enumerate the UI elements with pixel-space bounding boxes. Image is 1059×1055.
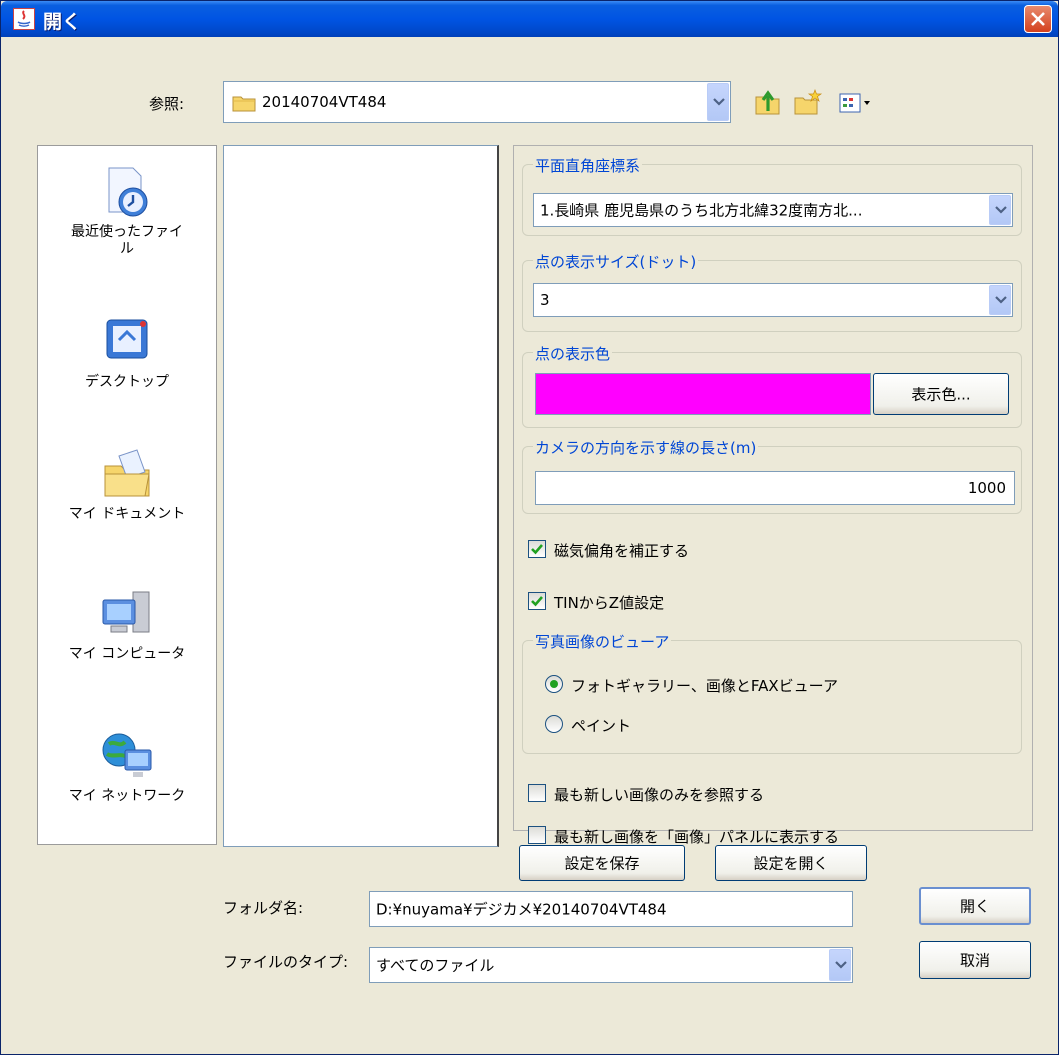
look-in-value: 20140704VT484 [262,93,387,111]
view-menu-icon [839,93,870,113]
window-title: 開く [43,11,82,33]
place-desktop-label: デスクトップ [85,374,169,390]
place-documents[interactable]: マイ ドキュメント [38,446,216,523]
places-bar: 最近使ったファイル デスクトップ マイ ドキュメント マイ コンピュータ マイ … [37,145,217,845]
viewer-option-photo-gallery-radio[interactable] [545,675,563,693]
place-network-label: マイ ネットワーク [68,788,186,804]
cancel-button[interactable]: 取消 [919,941,1031,979]
place-computer[interactable]: マイ コンピュータ [38,586,216,663]
open-settings-button[interactable]: 設定を開く [715,845,867,881]
my-computer-icon [99,586,155,642]
up-folder-button[interactable] [753,87,783,121]
desktop-icon [99,314,155,370]
point-size-select[interactable]: 3 [533,283,1013,317]
latest-only-box[interactable] [528,784,546,802]
coord-system-dropdown-button[interactable] [989,195,1011,225]
viewer-option-paint-radio[interactable] [545,715,563,733]
look-in-dropdown-button[interactable] [707,83,729,121]
folder-name-label: フォルダ名: [223,899,304,917]
checkmark-icon [531,544,543,555]
file-type-select[interactable]: すべてのファイル [369,947,853,983]
latest-panel-box[interactable] [528,826,546,844]
place-desktop[interactable]: デスクトップ [38,314,216,391]
java-app-icon [13,8,35,30]
latest-panel-label: 最も新し画像を「画像」パネルに表示する [554,828,840,846]
cancel-button-label: 取消 [959,951,990,970]
chevron-down-icon [995,206,1007,214]
point-size-value: 3 [540,291,550,309]
viewer-option-paint-label: ペイント [571,717,632,735]
save-settings-button-label: 設定を保存 [564,854,640,873]
point-color-swatch [535,373,871,415]
tin-z-label: TINからZ値設定 [554,594,665,612]
point-size-dropdown-button[interactable] [989,285,1011,315]
place-network[interactable]: マイ ネットワーク [38,728,216,805]
open-button[interactable]: 開く [919,887,1031,925]
coord-system-title: 平面直角座標系 [533,155,643,176]
close-icon [1031,12,1045,26]
place-recent-label: 最近使ったファイル [71,224,183,257]
place-documents-label: マイ ドキュメント [68,506,186,522]
viewer-group: 写真画像のビューア フォトギャラリー、画像とFAXビューア ペイント [522,631,1022,754]
latest-only-label: 最も新しい画像のみを参照する [554,786,765,804]
file-type-value: すべてのファイル [376,956,495,975]
folder-name-input[interactable]: D:¥nuyama¥デジカメ¥20140704VT484 [369,891,853,927]
open-button-label: 開く [959,897,990,916]
line-length-value: 1000 [967,479,1006,497]
new-folder-icon [794,89,823,115]
tin-z-box[interactable] [528,592,546,610]
folder-name-value: D:¥nuyama¥デジカメ¥20140704VT484 [376,900,667,919]
checkmark-icon [531,596,543,607]
line-length-title: カメラの方向を示す線の長さ(m) [533,437,759,458]
coord-system-value: 1.長崎県 鹿児島県のうち北方北緯32度南方北... [540,201,863,220]
line-length-input[interactable]: 1000 [535,471,1015,505]
file-type-label: ファイルのタイプ: [223,953,349,971]
open-dialog: 開く 参照: 20140704VT484 最近使ったファイル デスクトップ マイ… [0,0,1059,1055]
place-computer-label: マイ コンピュータ [68,646,186,662]
color-picker-button-label: 表示色... [911,385,971,404]
chevron-down-icon [995,296,1007,304]
viewer-option-photo-gallery-label: フォトギャラリー、画像とFAXビューア [571,677,839,695]
my-documents-icon [99,446,155,502]
coord-system-select[interactable]: 1.長崎県 鹿児島県のうち北方北緯32度南方北... [533,193,1013,227]
line-length-group: カメラの方向を示す線の長さ(m) 1000 [522,437,1022,514]
title-bar[interactable]: 開く [1,1,1058,37]
chevron-down-icon [835,961,847,969]
save-settings-button[interactable]: 設定を保存 [519,845,685,881]
up-folder-icon [755,90,780,115]
file-type-dropdown-button[interactable] [829,949,851,981]
my-network-icon [99,728,155,784]
view-menu-button[interactable] [837,87,877,121]
point-size-title: 点の表示サイズ(ドット) [533,251,699,272]
point-color-title: 点の表示色 [533,343,613,364]
close-button[interactable] [1024,5,1052,33]
recent-files-icon [99,164,155,220]
viewer-title: 写真画像のビューア [533,631,672,652]
open-settings-button-label: 設定を開く [753,854,829,873]
look-in-combo[interactable]: 20140704VT484 [223,81,731,123]
radio-selected-dot [550,680,558,688]
folder-icon [232,94,256,116]
place-recent[interactable]: 最近使ったファイル [38,164,216,258]
coord-system-group: 平面直角座標系 1.長崎県 鹿児島県のうち北方北緯32度南方北... [522,155,1022,236]
point-color-group: 点の表示色 表示色... [522,343,1022,428]
magnetic-correction-box[interactable] [528,540,546,558]
color-picker-button[interactable]: 表示色... [873,373,1009,415]
point-size-group: 点の表示サイズ(ドット) 3 [522,251,1022,332]
look-in-label: 参照: [149,95,185,113]
magnetic-correction-label: 磁気偏角を補正する [554,542,690,560]
chevron-down-icon [713,98,725,106]
new-folder-button[interactable] [793,87,823,121]
file-list[interactable] [223,145,499,847]
settings-panel: 平面直角座標系 1.長崎県 鹿児島県のうち北方北緯32度南方北... 点の表示サ… [513,145,1033,846]
